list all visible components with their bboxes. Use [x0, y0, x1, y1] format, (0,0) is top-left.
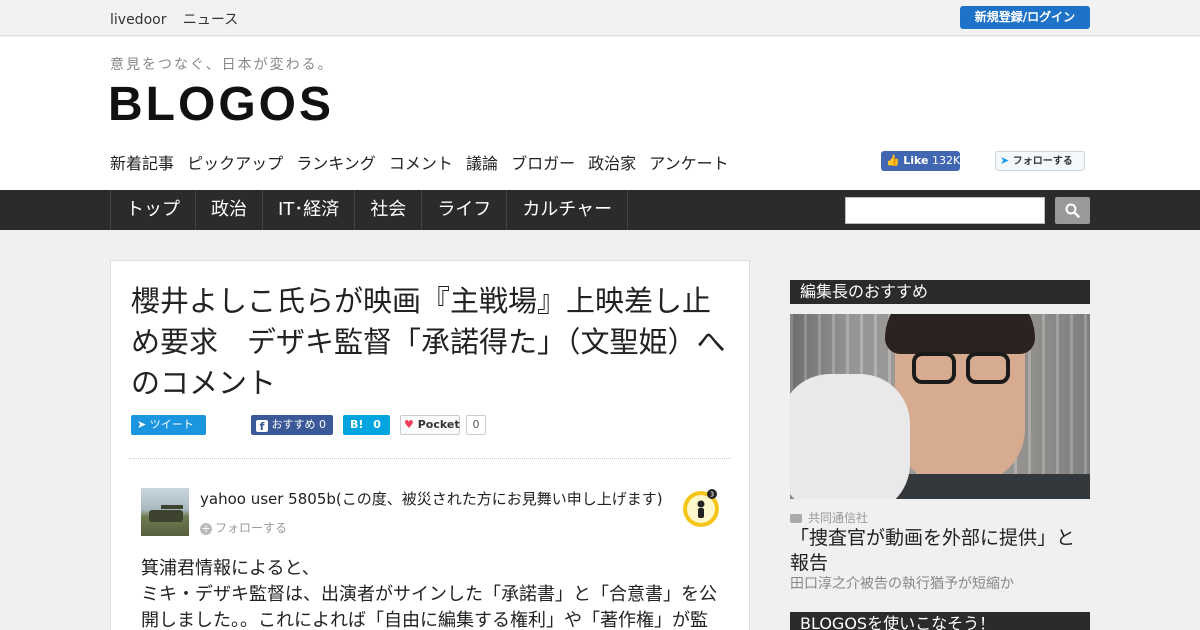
tab-it-economy[interactable]: IT･経済 — [263, 190, 356, 230]
comment-body: 箕浦君情報によると、 ミキ・デザキ監督は、出演者がサインした「承諾書」と「合意書… — [141, 556, 731, 630]
comment-line: 箕浦君情報によると、 — [141, 558, 320, 579]
facebook-recommend-button[interactable]: f おすすめ 0 — [251, 415, 333, 435]
hatena-count: 0 — [373, 418, 381, 431]
photo-mask — [790, 374, 910, 499]
tweet-label: ツイート — [149, 418, 194, 431]
twitter-follow-button[interactable]: ➤ フォローする — [995, 151, 1085, 171]
photo-credit-text: 共同通信社 — [808, 511, 869, 525]
subnav-comments[interactable]: コメント — [389, 154, 453, 173]
photo-glasses-left — [912, 352, 956, 384]
commenter-username[interactable]: yahoo user 5805b(この度、被災された方にお見舞い申し上げます) — [200, 488, 663, 509]
tab-life[interactable]: ライフ — [422, 190, 508, 230]
search-input[interactable] — [845, 197, 1045, 224]
livedoor-link[interactable]: livedoor — [110, 12, 166, 28]
tweet-button[interactable]: ➤ ツイート — [131, 415, 206, 435]
tab-culture[interactable]: カルチャー — [507, 190, 629, 230]
fb-like-count: 132K — [931, 154, 961, 167]
site-header: 意見をつなぐ、日本が変わる。 BLOGOS 新着記事 ピックアップ ランキング … — [0, 37, 1200, 190]
camera-icon — [790, 514, 802, 523]
pocket-label: Pocket — [417, 418, 460, 431]
top-links: livedoor ニュース — [110, 9, 250, 29]
subnav-bloggers[interactable]: ブロガー — [511, 154, 575, 173]
subnav-discussion[interactable]: 議論 — [466, 154, 498, 173]
blogos-guide-heading: BLOGOSを使いこなそう！ — [790, 612, 1090, 630]
thumbs-up-icon: 👍 — [886, 154, 900, 167]
hatena-bookmark-button[interactable]: B! 0 — [343, 415, 390, 435]
avatar-tank-body — [149, 510, 183, 522]
sub-navigation: 新着記事 ピックアップ ランキング コメント 議論 ブロガー 政治家 アンケート — [110, 150, 737, 174]
register-login-button[interactable]: 新規登録/ログイン — [960, 6, 1090, 29]
facebook-like-button[interactable]: 👍 Like 132K — [881, 151, 960, 171]
article-title: 櫻井よしこ氏らが映画『主戦場』上映差し止め要求 デザキ監督「承諾得た」（文聖姫）… — [131, 284, 726, 400]
twitter-bird-icon: ➤ — [1000, 154, 1010, 167]
tab-politics[interactable]: 政治 — [196, 190, 263, 230]
avatar-tank-barrel — [161, 505, 183, 509]
twitter-bird-icon: ➤ — [137, 418, 147, 431]
news-link[interactable]: ニュース — [183, 12, 238, 28]
subnav-new-articles[interactable]: 新着記事 — [110, 154, 174, 173]
photo-hair — [885, 314, 1035, 354]
pocket-count: 0 — [466, 415, 486, 435]
badge-count: 3 — [710, 491, 714, 499]
editor-recommend-heading: 編集長のおすすめ — [790, 280, 1090, 304]
fb-like-label: Like — [903, 154, 929, 167]
hatena-bookmark-icon: B! — [350, 418, 364, 431]
subnav-pickup[interactable]: ピックアップ — [187, 154, 283, 173]
comment-line: ミキ・デザキ監督は、出演者がサインした「承諾書」と「合意書」を公 — [141, 584, 717, 605]
pocket-icon: ♥ — [404, 418, 414, 431]
plus-icon: + — [200, 522, 212, 535]
top-utility-bar: livedoor ニュース 新規登録/ログイン — [0, 0, 1200, 36]
category-tabs: トップ 政治 IT･経済 社会 ライフ カルチャー — [110, 190, 629, 230]
commenter-badge-icon: 3 — [683, 489, 719, 527]
fb-recommend-label: おすすめ — [271, 418, 316, 431]
blogos-logo[interactable]: BLOGOS — [108, 77, 334, 132]
subnav-ranking[interactable]: ランキング — [296, 154, 376, 173]
subnav-survey[interactable]: アンケート — [649, 154, 728, 173]
photo-glasses-right — [966, 352, 1010, 384]
commenter-avatar[interactable] — [141, 488, 189, 536]
pocket-button[interactable]: ♥ Pocket — [400, 415, 460, 435]
photo-credit: 共同通信社 — [790, 509, 868, 526]
search-button[interactable] — [1055, 197, 1090, 224]
site-tagline: 意見をつなぐ、日本が変わる。 — [110, 57, 334, 73]
featured-headline[interactable]: 「捜査官が動画を外部に提供」と報告 — [790, 526, 1090, 576]
fb-recommend-count: 0 — [319, 418, 326, 431]
article-card: 櫻井よしこ氏らが映画『主戦場』上映差し止め要求 デザキ監督「承諾得た」（文聖姫）… — [110, 260, 750, 630]
main-category-nav: トップ 政治 IT･経済 社会 ライフ カルチャー — [0, 190, 1200, 230]
featured-article-photo[interactable] — [790, 314, 1090, 499]
follow-commenter-link[interactable]: + フォローする — [200, 519, 287, 536]
search-icon — [1065, 203, 1080, 218]
facebook-icon: f — [256, 420, 268, 433]
follow-label: フォローする — [215, 521, 288, 535]
featured-subhead[interactable]: 田口淳之介被告の執行猶予が短縮か — [790, 573, 1014, 593]
tab-society[interactable]: 社会 — [355, 190, 423, 230]
twitter-follow-label: フォローする — [1012, 156, 1073, 167]
subnav-politicians[interactable]: 政治家 — [588, 154, 636, 173]
comment-line: 開しました。。これによれば「自由に編集する権利」や「著作権」が監 — [141, 610, 708, 630]
tab-top[interactable]: トップ — [111, 190, 196, 230]
share-divider — [129, 458, 731, 459]
